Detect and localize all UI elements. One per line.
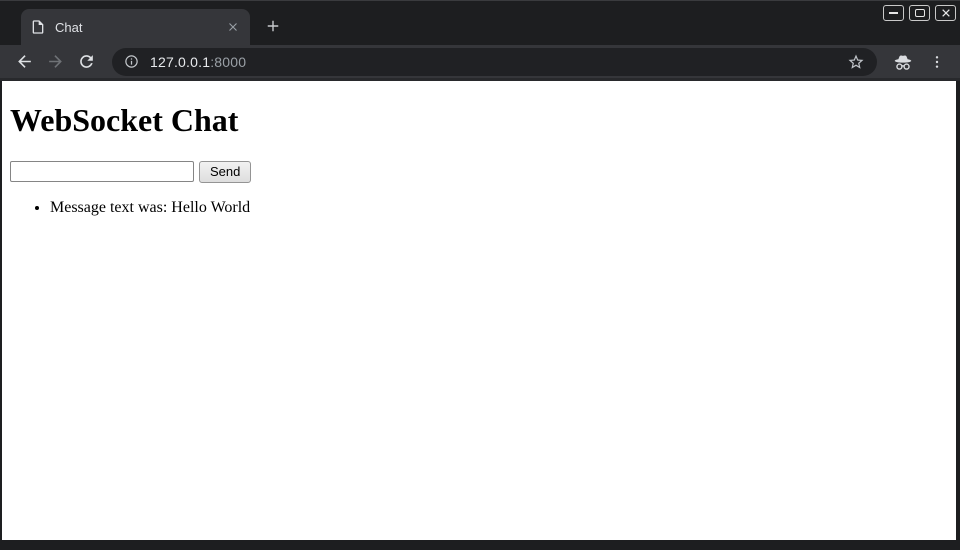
page-title: WebSocket Chat (10, 102, 948, 139)
tab-chat[interactable]: Chat (21, 9, 250, 45)
forward-button[interactable] (41, 48, 69, 76)
url-text: 127.0.0.1:8000 (150, 54, 246, 70)
arrow-left-icon (15, 52, 34, 71)
back-button[interactable] (10, 48, 38, 76)
send-button[interactable]: Send (199, 161, 251, 183)
page-favicon-document-icon (30, 19, 46, 35)
browser-menu-button[interactable] (928, 50, 946, 74)
info-icon (124, 54, 139, 69)
tab-strip: Chat (0, 1, 960, 45)
browser-window: Chat (0, 0, 960, 550)
maximize-icon (915, 9, 925, 17)
plus-icon (266, 19, 280, 33)
websocket-chat-page: WebSocket Chat Send Message text was: He… (2, 102, 956, 217)
site-info-button[interactable] (121, 52, 141, 72)
window-minimize-button[interactable] (883, 5, 904, 21)
url-port: :8000 (210, 54, 246, 70)
reload-icon (77, 52, 96, 71)
message-list: Message text was: Hello World (10, 199, 948, 217)
incognito-icon (892, 51, 914, 73)
message-input[interactable] (10, 161, 194, 182)
three-dots-vertical-icon (929, 54, 945, 70)
incognito-indicator (891, 50, 915, 74)
address-bar[interactable]: 127.0.0.1:8000 (112, 48, 877, 76)
page-viewport: WebSocket Chat Send Message text was: He… (2, 81, 956, 540)
tab-close-icon[interactable] (224, 18, 242, 36)
new-tab-button[interactable] (261, 14, 285, 38)
window-maximize-button[interactable] (909, 5, 930, 21)
tab-title: Chat (55, 20, 224, 35)
star-outline-icon (847, 53, 865, 71)
url-host: 127.0.0.1 (150, 54, 210, 70)
chat-form: Send (10, 160, 948, 183)
message-item: Message text was: Hello World (50, 199, 948, 217)
close-icon (941, 8, 951, 18)
reload-button[interactable] (72, 48, 100, 76)
minimize-icon (889, 12, 898, 14)
bookmark-button[interactable] (845, 51, 867, 73)
window-controls (883, 5, 956, 21)
browser-toolbar: 127.0.0.1:8000 (0, 45, 960, 81)
window-close-button[interactable] (935, 5, 956, 21)
arrow-right-icon (46, 52, 65, 71)
